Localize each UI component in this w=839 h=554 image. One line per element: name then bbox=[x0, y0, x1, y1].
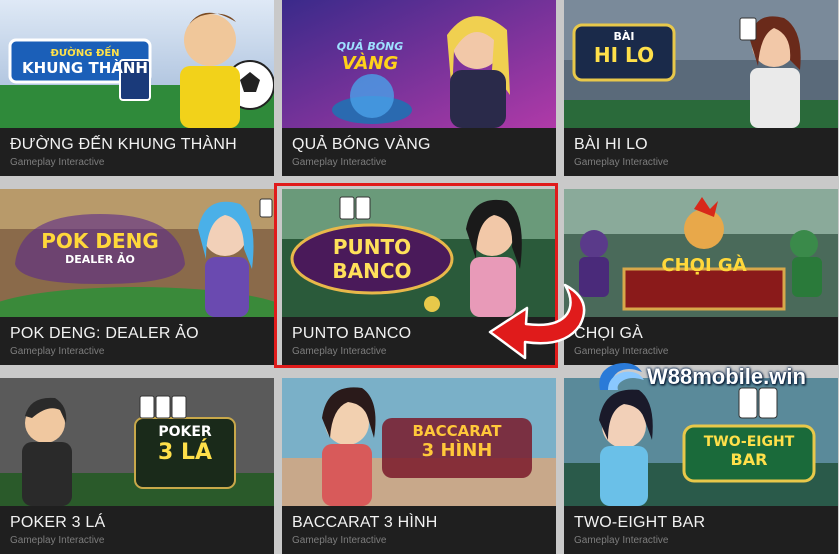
game-card-duong-den-khung-thanh[interactable]: ĐƯỜNG ĐẾN KHUNG THÀNH ĐƯỜNG ĐẾN KHUNG TH… bbox=[0, 0, 274, 176]
game-logo-top: BÀI bbox=[613, 30, 635, 43]
game-provider: Gameplay Interactive bbox=[574, 535, 669, 546]
game-provider: Gameplay Interactive bbox=[10, 535, 105, 546]
game-info: ĐƯỜNG ĐẾN KHUNG THÀNH Gameplay Interacti… bbox=[0, 128, 274, 176]
game-title[interactable]: ĐƯỜNG ĐẾN KHUNG THÀNH bbox=[10, 136, 237, 154]
game-card-qua-bong-vang[interactable]: QUẢ BÓNG VÀNG QUẢ BÓNG VÀNG Gameplay Int… bbox=[282, 0, 556, 176]
game-logo-main: VÀNG bbox=[341, 53, 399, 74]
game-provider: Gameplay Interactive bbox=[10, 346, 105, 357]
game-info: QUẢ BÓNG VÀNG Gameplay Interactive bbox=[282, 128, 556, 176]
game-info: POKER 3 LÁ Gameplay Interactive bbox=[0, 506, 274, 554]
game-logo-main: DEALER ẢO bbox=[65, 253, 135, 266]
game-card-pok-deng-dealer-ao[interactable]: POK DENG DEALER ẢO POK DENG: DEALER ẢO G… bbox=[0, 189, 274, 365]
game-title[interactable]: BACCARAT 3 HÌNH bbox=[292, 514, 438, 532]
game-card-poker-3-la[interactable]: POKER 3 LÁ POKER 3 LÁ Gameplay Interacti… bbox=[0, 378, 274, 554]
game-thumbnail[interactable]: ĐƯỜNG ĐẾN KHUNG THÀNH bbox=[0, 0, 274, 128]
game-grid: ĐƯỜNG ĐẾN KHUNG THÀNH ĐƯỜNG ĐẾN KHUNG TH… bbox=[0, 0, 839, 554]
game-info: TWO-EIGHT BAR Gameplay Interactive bbox=[564, 506, 838, 554]
game-thumbnail[interactable]: POKER 3 LÁ bbox=[0, 378, 274, 506]
game-logo-main: 3 HÌNH bbox=[421, 440, 493, 461]
game-logo-top: QUẢ BÓNG bbox=[336, 40, 404, 53]
game-provider: Gameplay Interactive bbox=[292, 346, 387, 357]
game-logo-main: CHỌI GÀ bbox=[661, 255, 747, 276]
game-logo-top: PUNTO bbox=[332, 235, 412, 259]
game-logo-main: 3 LÁ bbox=[157, 440, 212, 465]
game-info: CHỌI GÀ Gameplay Interactive bbox=[564, 317, 838, 365]
game-provider: Gameplay Interactive bbox=[292, 157, 387, 168]
game-logo-main: BANCO bbox=[332, 259, 412, 283]
game-thumbnail[interactable]: CHỌI GÀ bbox=[564, 189, 838, 317]
game-provider: Gameplay Interactive bbox=[574, 157, 669, 168]
game-title[interactable]: PUNTO BANCO bbox=[292, 325, 411, 343]
game-logo-main: KHUNG THÀNH bbox=[22, 59, 148, 77]
game-info: POK DENG: DEALER ẢO Gameplay Interactive bbox=[0, 317, 274, 365]
game-title[interactable]: POKER 3 LÁ bbox=[10, 514, 105, 532]
game-title[interactable]: TWO-EIGHT BAR bbox=[574, 514, 705, 532]
game-logo-main: HI LO bbox=[593, 43, 655, 67]
game-title[interactable]: QUẢ BÓNG VÀNG bbox=[292, 136, 431, 154]
game-card-baccarat-3-hinh[interactable]: BACCARAT 3 HÌNH BACCARAT 3 HÌNH Gameplay… bbox=[282, 378, 556, 554]
game-thumbnail[interactable]: BACCARAT 3 HÌNH bbox=[282, 378, 556, 506]
game-info: BACCARAT 3 HÌNH Gameplay Interactive bbox=[282, 506, 556, 554]
game-title[interactable]: POK DENG: DEALER ẢO bbox=[10, 325, 199, 343]
game-title[interactable]: BÀI HI LO bbox=[574, 136, 648, 154]
game-logo-top: ĐƯỜNG ĐẾN bbox=[50, 48, 120, 59]
game-logo-top: POKER bbox=[158, 424, 212, 440]
pointer-arrow-icon bbox=[488, 283, 586, 360]
watermark: W88mobile.win bbox=[594, 360, 839, 394]
watermark-logo-icon bbox=[599, 363, 644, 390]
game-logo-top: POK DENG bbox=[41, 229, 159, 253]
game-card-two-eight-bar[interactable]: TWO-EIGHT BAR TWO-EIGHT BAR Gameplay Int… bbox=[564, 378, 838, 554]
watermark-text: W88mobile.win bbox=[647, 364, 806, 389]
game-thumbnail[interactable]: TWO-EIGHT BAR bbox=[564, 378, 838, 506]
game-card-choi-ga[interactable]: CHỌI GÀ CHỌI GÀ Gameplay Interactive bbox=[564, 189, 838, 365]
game-info: BÀI HI LO Gameplay Interactive bbox=[564, 128, 838, 176]
game-provider: Gameplay Interactive bbox=[292, 535, 387, 546]
game-logo-main: BAR bbox=[730, 450, 768, 469]
game-thumbnail[interactable]: QUẢ BÓNG VÀNG bbox=[282, 0, 556, 128]
game-logo-top: BACCARAT bbox=[412, 422, 502, 440]
game-card-bai-hi-lo[interactable]: BÀI HI LO BÀI HI LO Gameplay Interactive bbox=[564, 0, 838, 176]
game-thumbnail[interactable]: BÀI HI LO bbox=[564, 0, 838, 128]
game-logo-top: TWO-EIGHT bbox=[703, 434, 795, 450]
game-provider: Gameplay Interactive bbox=[10, 157, 105, 168]
game-thumbnail[interactable]: POK DENG DEALER ẢO bbox=[0, 189, 274, 317]
